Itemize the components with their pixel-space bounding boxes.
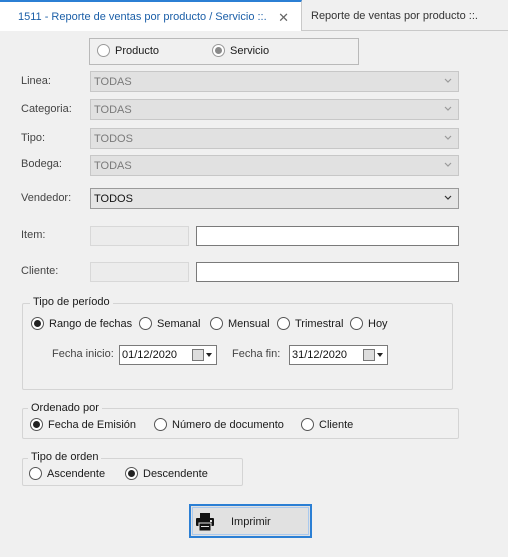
chevron-down-icon bbox=[444, 195, 452, 200]
radio-fecha-emision-label: Fecha de Emisión bbox=[48, 418, 137, 431]
radio-cliente-label: Cliente bbox=[319, 418, 354, 431]
close-icon[interactable]: ✕ bbox=[278, 10, 289, 26]
radio-descendente-circle[interactable] bbox=[125, 467, 138, 480]
vendedor-select[interactable]: TODOS bbox=[90, 188, 459, 209]
print-button-label: Imprimir bbox=[231, 516, 271, 528]
bodega-select[interactable]: TODAS bbox=[90, 155, 459, 176]
bodega-value: TODAS bbox=[94, 159, 132, 172]
dropdown-arrow-icon[interactable] bbox=[377, 352, 383, 358]
radio-rango-fechas-circle[interactable] bbox=[31, 317, 44, 330]
chevron-down-icon bbox=[444, 135, 452, 140]
radio-fecha-emision[interactable]: Fecha de Emisión bbox=[30, 418, 136, 431]
tab-label: Reporte de ventas por producto ::. bbox=[311, 9, 478, 22]
item-code-field[interactable] bbox=[90, 226, 189, 246]
linea-label: Linea: bbox=[21, 75, 51, 87]
linea-select[interactable]: TODAS bbox=[90, 71, 459, 92]
fecha-fin-label: Fecha fin: bbox=[232, 348, 281, 360]
radio-hoy[interactable]: Hoy bbox=[350, 317, 388, 330]
radio-producto-label: Producto bbox=[115, 44, 160, 57]
print-button[interactable]: Imprimir bbox=[189, 504, 312, 538]
radio-cliente-circle[interactable] bbox=[301, 418, 314, 431]
radio-hoy-label: Hoy bbox=[368, 317, 388, 330]
radio-rango-fechas[interactable]: Rango de fechas bbox=[31, 317, 132, 330]
radio-descendente-label: Descendente bbox=[143, 467, 208, 480]
chevron-down-icon bbox=[444, 106, 452, 111]
cliente-label: Cliente: bbox=[21, 265, 59, 277]
dropdown-arrow-icon[interactable] bbox=[206, 352, 212, 358]
orden-title: Tipo de orden bbox=[28, 451, 102, 463]
periodo-title: Tipo de período bbox=[30, 296, 113, 308]
categoria-label: Categoria: bbox=[21, 103, 72, 115]
radio-rango-fechas-label: Rango de fechas bbox=[49, 317, 133, 330]
item-description-field[interactable] bbox=[196, 226, 459, 246]
radio-trimestral[interactable]: Trimestral bbox=[277, 317, 343, 330]
radio-mensual-circle[interactable] bbox=[210, 317, 223, 330]
linea-value: TODAS bbox=[94, 75, 132, 88]
radio-mensual[interactable]: Mensual bbox=[210, 317, 270, 330]
chevron-down-icon bbox=[444, 78, 452, 83]
radio-numero-documento-label: Número de documento bbox=[172, 418, 284, 431]
radio-hoy-circle[interactable] bbox=[350, 317, 363, 330]
chevron-down-icon bbox=[444, 162, 452, 167]
radio-trimestral-circle[interactable] bbox=[277, 317, 290, 330]
calendar-icon[interactable] bbox=[363, 349, 375, 361]
radio-trimestral-label: Trimestral bbox=[295, 317, 344, 330]
radio-ascendente[interactable]: Ascendente bbox=[29, 467, 105, 480]
radio-descendente[interactable]: Descendente bbox=[125, 467, 208, 480]
fecha-fin-value: 31/12/2020 bbox=[292, 349, 348, 361]
tab-label: 1511 - Reporte de ventas por producto / … bbox=[18, 10, 267, 23]
fecha-inicio-value: 01/12/2020 bbox=[122, 349, 178, 361]
radio-semanal-label: Semanal bbox=[157, 317, 201, 330]
categoria-value: TODAS bbox=[94, 103, 132, 116]
radio-servicio-label: Servicio bbox=[230, 44, 270, 57]
radio-ascendente-label: Ascendente bbox=[47, 467, 106, 480]
categoria-select[interactable]: TODAS bbox=[90, 99, 459, 120]
printer-icon bbox=[196, 513, 214, 532]
tipo-label: Tipo: bbox=[21, 132, 46, 144]
bodega-label: Bodega: bbox=[21, 158, 62, 170]
fecha-inicio-picker[interactable]: 01/12/2020 bbox=[119, 345, 217, 365]
product-service-group: Producto Servicio bbox=[89, 38, 359, 65]
radio-fecha-emision-circle[interactable] bbox=[30, 418, 43, 431]
item-label: Item: bbox=[21, 229, 46, 241]
radio-numero-documento-circle[interactable] bbox=[154, 418, 167, 431]
tab-reporte-ventas-servicio[interactable]: 1511 - Reporte de ventas por producto / … bbox=[0, 0, 302, 31]
tab-reporte-ventas-producto[interactable]: Reporte de ventas por producto ::. bbox=[303, 0, 508, 31]
radio-cliente[interactable]: Cliente bbox=[301, 418, 353, 431]
vendedor-label: Vendedor: bbox=[21, 192, 72, 204]
radio-numero-documento[interactable]: Número de documento bbox=[154, 418, 284, 431]
radio-servicio-circle[interactable] bbox=[212, 44, 225, 57]
vendedor-value: TODOS bbox=[94, 192, 133, 205]
cliente-name-field[interactable] bbox=[196, 262, 459, 282]
tipo-select[interactable]: TODOS bbox=[90, 128, 459, 149]
fecha-fin-picker[interactable]: 31/12/2020 bbox=[289, 345, 388, 365]
cliente-code-field[interactable] bbox=[90, 262, 189, 282]
radio-servicio[interactable]: Servicio bbox=[212, 44, 269, 57]
radio-producto-circle[interactable] bbox=[97, 44, 110, 57]
tipo-value: TODOS bbox=[94, 132, 133, 145]
radio-semanal-circle[interactable] bbox=[139, 317, 152, 330]
radio-mensual-label: Mensual bbox=[228, 317, 270, 330]
ordenado-title: Ordenado por bbox=[28, 402, 102, 414]
fecha-inicio-label: Fecha inicio: bbox=[52, 348, 114, 360]
radio-ascendente-circle[interactable] bbox=[29, 467, 42, 480]
radio-producto[interactable]: Producto bbox=[97, 44, 159, 57]
calendar-icon[interactable] bbox=[192, 349, 204, 361]
radio-semanal[interactable]: Semanal bbox=[139, 317, 200, 330]
